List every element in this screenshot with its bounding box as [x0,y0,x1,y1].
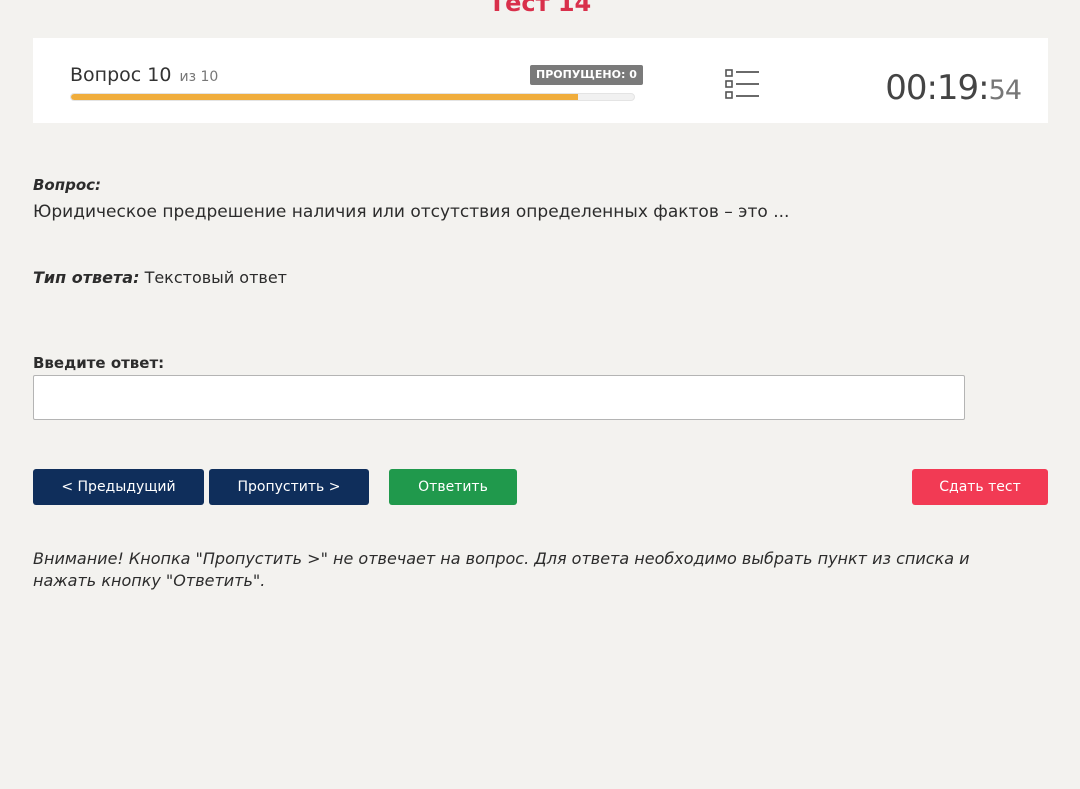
answer-input-label: Введите ответ: [33,354,165,372]
answer-type-value: Текстовый ответ [144,268,287,287]
answer-type-label: Тип ответа: [33,268,140,287]
countdown-timer: 00:19:54 [885,68,1022,108]
skipped-count-badge: ПРОПУЩЕНО: 0 [530,65,643,85]
progress-fill [71,94,578,100]
answer-input[interactable] [33,375,965,420]
skip-button[interactable]: Пропустить > [209,469,369,505]
answer-button[interactable]: Ответить [389,469,517,505]
question-word: Вопрос [70,64,142,86]
question-counter: Вопрос 10 из 10 [70,64,218,86]
page-title: Тест 14 [488,0,592,17]
question-label: Вопрос: [33,176,102,194]
list-icon [725,69,759,99]
test-status-panel: Вопрос 10 из 10 ПРОПУЩЕНО: 0 00:19:54 [33,38,1048,123]
question-list-button[interactable] [725,68,761,100]
warning-note: Внимание! Кнопка "Пропустить >" не отвеч… [33,549,970,590]
current-question-number: 10 [147,64,172,86]
total-questions: из 10 [179,69,219,85]
previous-button[interactable]: < Предыдущий [33,469,204,505]
question-text: Юридическое предрешение наличия или отсу… [33,202,790,222]
finish-test-button[interactable]: Сдать тест [912,469,1048,505]
progress-bar [70,93,635,101]
answer-type-row: Тип ответа: Текстовый ответ [33,268,287,287]
timer-hours-minutes: 00:19: [885,68,989,108]
timer-seconds: 54 [988,75,1022,106]
